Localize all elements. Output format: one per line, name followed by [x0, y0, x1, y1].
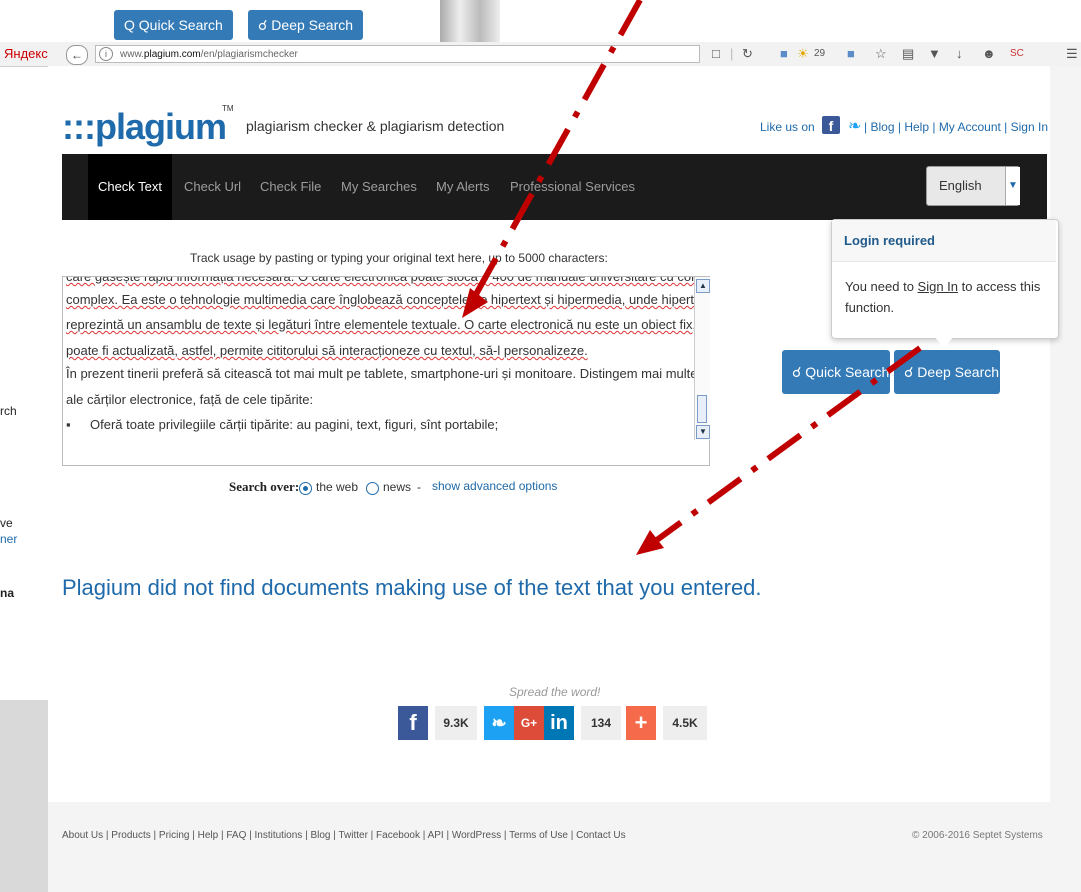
annotation-arrow-head: [636, 530, 664, 555]
annotation-arrow-head: [462, 288, 488, 318]
annotation-arrow-2: [648, 345, 922, 548]
annotation-arrow-1: [467, 0, 643, 307]
annotation-arrows: [462, 0, 922, 555]
